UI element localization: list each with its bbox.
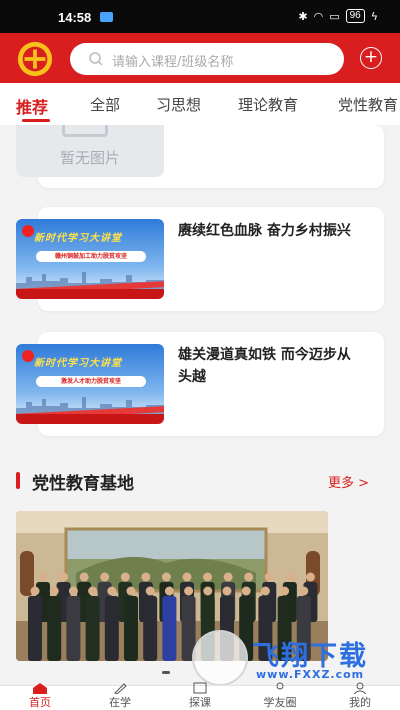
thumbnail-subtitle-bar: 激发人才助力脱贫攻坚 [36,376,146,387]
thumbnail-banner-text: 新时代学习大讲堂 [34,233,122,244]
friends-icon [276,682,284,690]
nav-friends[interactable]: 学友圈 [250,682,310,710]
main-content: 暂无图片 新时代学习大讲堂 赣州铜鼓加工助力脱贫攻坚 赓续红色血脉 奋力乡村振兴… [0,125,400,685]
emblem-icon [22,350,34,362]
emblem-icon [22,225,34,237]
status-time: 14:58 [58,10,92,25]
nav-home[interactable]: 首页 [10,683,70,710]
charging-icon: ϟ [370,9,378,23]
thumbnail-ribbon [16,414,164,424]
tab-theory-education[interactable]: 理论教育 [238,94,298,115]
section-header: 党性教育基地 更多 > [0,465,400,495]
thumbnail-subtitle: 赣州铜鼓加工助力脱贫攻坚 [54,253,127,260]
pen-icon [114,683,127,694]
nav-explore-courses[interactable]: 探课 [170,682,230,710]
user-icon [353,682,367,694]
course-thumbnail[interactable]: 新时代学习大讲堂 赣州铜鼓加工助力脱贫攻坚 [16,219,164,299]
watermark-logo-icon [192,630,248,686]
add-button[interactable]: + [360,47,382,69]
nav-learning[interactable]: 在学 [90,683,150,710]
no-image-placeholder: 暂无图片 [16,125,164,177]
search-input[interactable]: 请输入课程/班级名称 [70,43,344,75]
watermark-url: www.FXXZ.com [256,668,365,681]
nav-home-label: 首页 [29,696,51,709]
tab-all[interactable]: 全部 [90,94,120,115]
notification-icon [100,12,113,22]
system-icons: ✱ ◠ ▭ 96 ϟ [298,9,378,23]
book-icon [193,682,207,694]
nav-friends-label: 学友圈 [263,696,297,709]
watermark: 飞翔下载 www.FXXZ.com [192,630,388,686]
category-tabs: 推荐 全部 习思想 理论教育 党性教育 [0,83,400,125]
tab-xi-thought[interactable]: 习思想 [156,94,201,115]
carousel-indicator [162,671,170,674]
thumbnail-subtitle-bar: 赣州铜鼓加工助力脱贫攻坚 [36,251,146,262]
course-title[interactable]: 赓续红色血脉 奋力乡村振兴 [178,220,360,242]
bluetooth-icon: ✱ [298,9,308,23]
section-title: 党性教育基地 [32,474,134,494]
search-icon [89,52,103,66]
course-title[interactable]: 雄关漫道真如铁 而今迈步从头越 [178,344,360,388]
bottom-navigation: 首页 在学 探课 学友圈 我的 [0,682,400,710]
tab-party-education[interactable]: 党性教育 [338,94,398,115]
nav-me-label: 我的 [349,696,371,709]
sim-icon: ▭ [329,9,340,23]
home-icon [33,683,47,694]
search-placeholder: 请输入课程/班级名称 [112,55,234,70]
wifi-icon: ◠ [313,9,324,23]
active-tab-indicator [22,119,50,122]
thumbnail-banner-text: 新时代学习大讲堂 [34,358,122,369]
nav-explore-label: 探课 [189,696,211,709]
course-thumbnail[interactable]: 新时代学习大讲堂 激发人才助力脱贫攻坚 [16,344,164,424]
status-bar: 14:58 ✱ ◠ ▭ 96 ϟ [0,0,400,33]
image-frame-icon [62,125,108,137]
app-header: 请输入课程/班级名称 + [0,33,400,83]
nav-me[interactable]: 我的 [330,682,390,710]
thumbnail-subtitle: 激发人才助力脱贫攻坚 [60,378,121,385]
more-link[interactable]: 更多 > [328,472,369,491]
no-image-text: 暂无图片 [59,149,120,167]
nav-learning-label: 在学 [109,696,131,709]
thumbnail-ribbon [16,289,164,299]
party-logo-icon [17,41,53,77]
section-accent-bar [16,472,20,489]
battery-icon: 96 [345,9,365,23]
tab-recommend[interactable]: 推荐 [16,94,48,118]
